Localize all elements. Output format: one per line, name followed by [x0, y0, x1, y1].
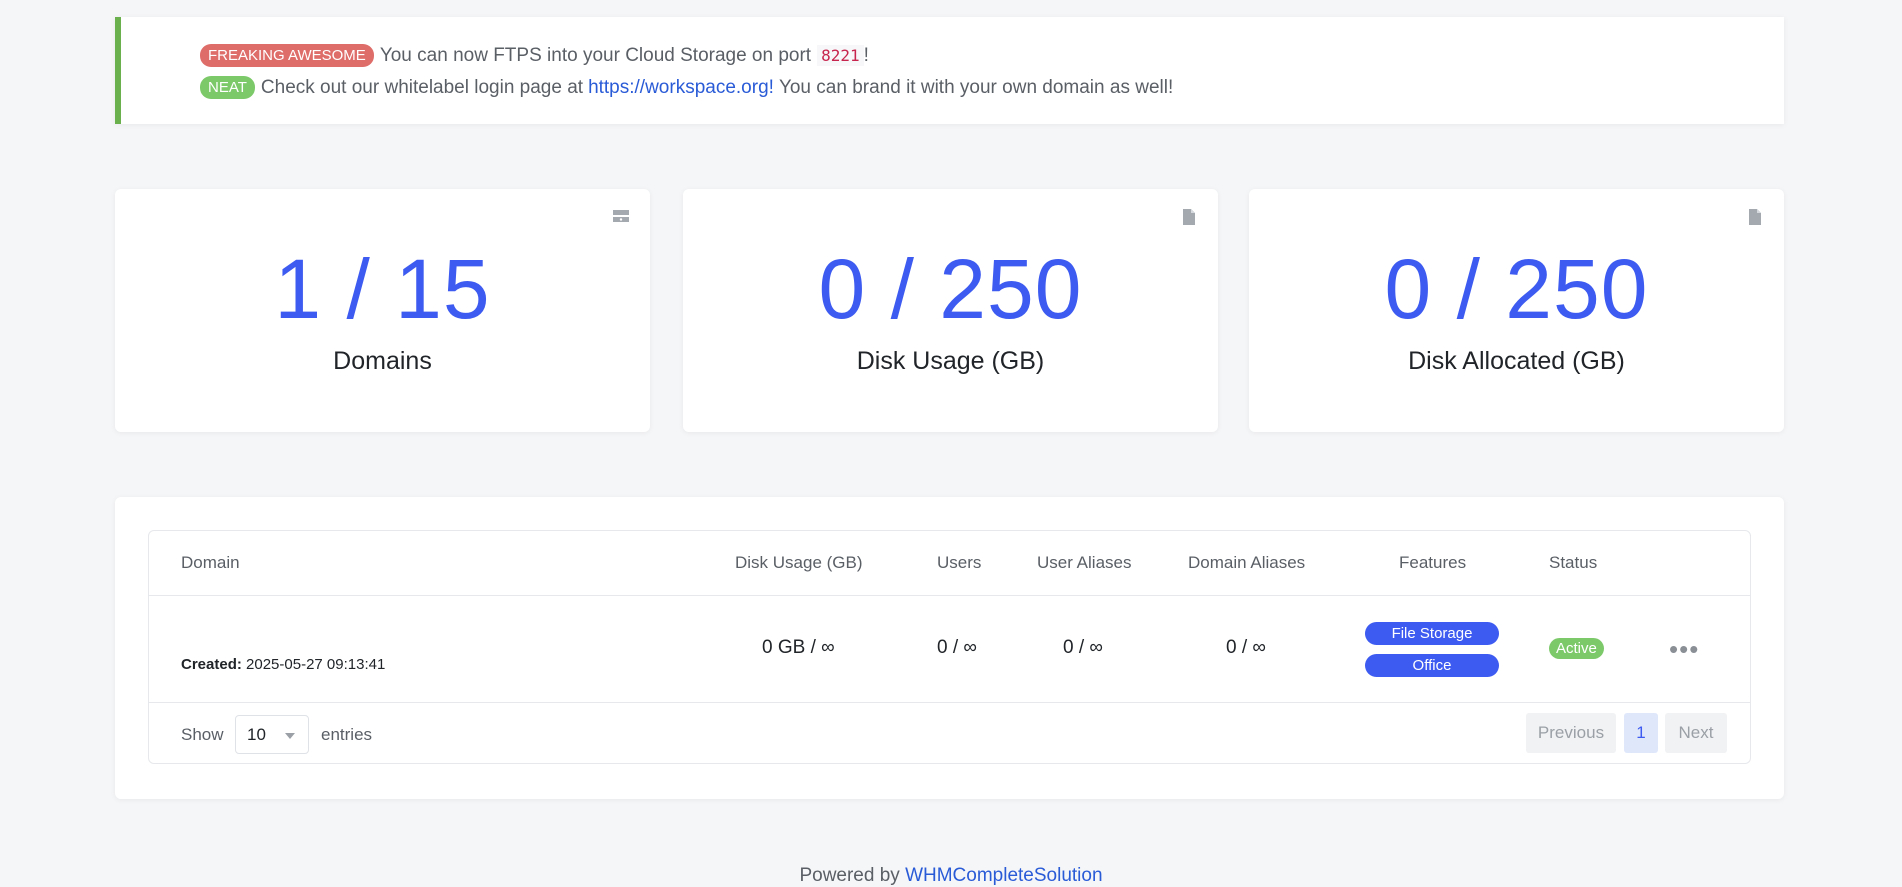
header-user-aliases[interactable]: User Aliases [1037, 553, 1131, 573]
page-1-button[interactable]: 1 [1624, 713, 1658, 753]
stat-label: Domains [333, 347, 432, 375]
domains-panel: Domain Disk Usage (GB) Users User Aliase… [115, 497, 1784, 799]
powered-by-label: Powered by [799, 865, 900, 886]
disk-usage-cell: 0 GB / ∞ [762, 637, 835, 658]
header-status[interactable]: Status [1549, 553, 1597, 573]
neat-badge: NEAT [200, 76, 255, 99]
previous-button[interactable]: Previous [1526, 713, 1616, 753]
notice-line-ftps: FREAKING AWESOME You can now FTPS into y… [200, 44, 869, 67]
powered-by-footer: Powered by WHMCompleteSolution [0, 865, 1902, 887]
stat-value: 0 / 250 [818, 242, 1083, 336]
header-disk-usage[interactable]: Disk Usage (GB) [735, 553, 863, 573]
status-badge: Active [1549, 638, 1604, 659]
whmcs-link[interactable]: WHMCompleteSolution [905, 865, 1102, 886]
notice-banner: FREAKING AWESOME You can now FTPS into y… [115, 17, 1784, 124]
whitelabel-link[interactable]: https://workspace.org! [588, 77, 774, 99]
stat-card-domains: 1 / 15 Domains [115, 189, 650, 432]
stat-label: Disk Usage (GB) [856, 347, 1045, 375]
entries-label: entries [321, 725, 373, 744]
freaking-awesome-badge: FREAKING AWESOME [200, 44, 374, 67]
created-label: Created: [181, 656, 242, 673]
user-aliases-cell: 0 / ∞ [1063, 637, 1103, 658]
domains-table: Domain Disk Usage (GB) Users User Aliase… [148, 530, 1751, 764]
page-size-value: 10 [247, 725, 266, 744]
stat-value: 1 / 15 [274, 242, 491, 336]
stat-card-disk-usage: 0 / 250 Disk Usage (GB) [683, 189, 1218, 432]
created-value: 2025-05-27 09:13:41 [246, 656, 386, 673]
file-icon [1749, 209, 1761, 225]
notice-text: You can now FTPS into your Cloud Storage… [379, 44, 812, 66]
stat-card-disk-allocated: 0 / 250 Disk Allocated (GB) [1249, 189, 1784, 432]
stat-value: 0 / 250 [1384, 242, 1649, 336]
header-users[interactable]: Users [937, 553, 981, 573]
notice-suffix: You can brand it with your own domain as… [778, 76, 1174, 98]
show-label: Show [181, 725, 224, 744]
users-cell: 0 / ∞ [937, 637, 977, 658]
header-domain-aliases[interactable]: Domain Aliases [1188, 553, 1305, 573]
file-icon [1183, 209, 1195, 225]
notice-suffix: ! [863, 44, 869, 66]
feature-badge-office: Office [1365, 654, 1499, 677]
domain-aliases-cell: 0 / ∞ [1226, 637, 1266, 658]
notice-text: Check out our whitelabel login page at [260, 76, 584, 98]
page-size-select[interactable]: 10 [235, 715, 309, 754]
caret-down-icon [285, 733, 295, 739]
header-features[interactable]: Features [1399, 553, 1466, 573]
stat-label: Disk Allocated (GB) [1408, 347, 1625, 375]
next-button[interactable]: Next [1665, 713, 1727, 753]
notice-line-whitelabel: NEAT Check out our whitelabel login page… [200, 76, 1173, 99]
table-header: Domain Disk Usage (GB) Users User Aliase… [149, 531, 1750, 596]
table-footer: Show 10 entries Previous 1 Next [149, 703, 1750, 765]
table-row: Created: 2025-05-27 09:13:41 0 GB / ∞ 0 … [149, 596, 1750, 703]
header-domain[interactable]: Domain [181, 553, 240, 573]
port-code: 8221 [817, 45, 864, 66]
created-date: Created: 2025-05-27 09:13:41 [181, 656, 385, 673]
server-icon [613, 210, 629, 222]
feature-badge-file-storage: File Storage [1365, 622, 1499, 645]
more-icon[interactable]: ••• [1669, 634, 1699, 665]
